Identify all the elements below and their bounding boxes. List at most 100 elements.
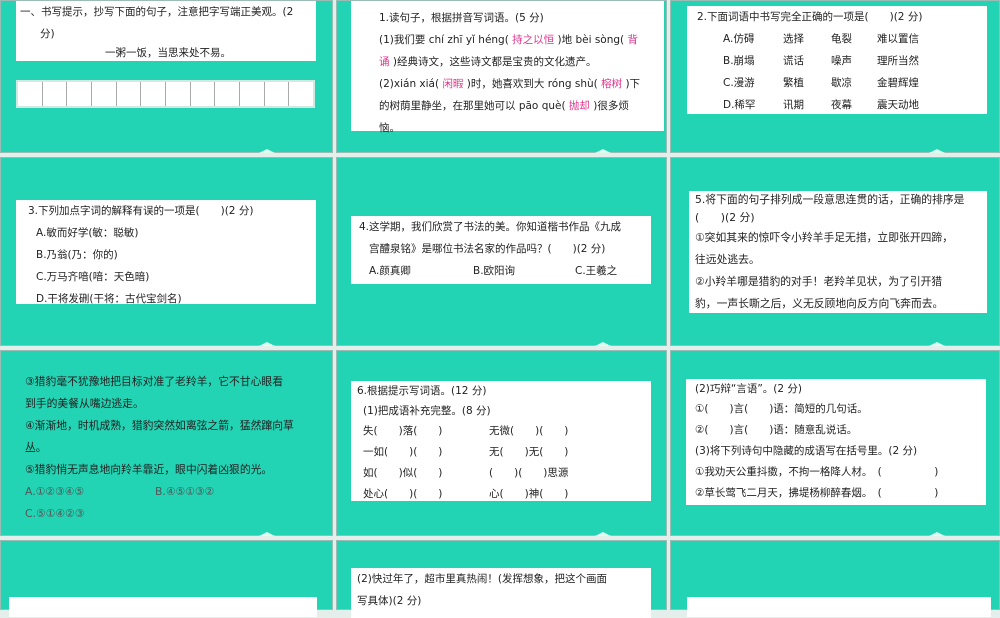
question-title: 1.读句子，根据拼音写词语。(5 分) — [379, 12, 544, 24]
option-b: B.④⑤①③② — [155, 485, 215, 498]
option-d: D.干将发硎(干将：古代宝剑名) — [36, 293, 182, 305]
idiom-blank[interactable]: 失( )落( ) — [363, 421, 489, 442]
option-row: A.仿碍 选择 龟裂 难以置信 — [697, 28, 987, 50]
question-card: 4.这学期，我们欣赏了书法的美。你知道楷书作品《九成 宫醴泉铭》是哪位书法名家的… — [351, 216, 651, 284]
slide-9[interactable]: (2)巧辩“言语”。(2 分) ①( )言( )语：简短的几句话。 ②( )言(… — [670, 350, 1000, 536]
option-b: B.欧阳询 — [473, 265, 516, 277]
text: (1)我们要 chí zhī yǐ héng( — [379, 34, 509, 46]
question-title-cont: 宫醴泉铭》是哪位书法名家的作品吗？( )(2 分) — [369, 243, 606, 255]
slide-8[interactable]: 6.根据提示写词语。(12 分) (1)把成语补充完整。(8 分) 失( )落(… — [336, 350, 667, 536]
sentence: 到手的美餐从嘴边逃走。 — [25, 397, 144, 410]
slide-5[interactable]: 4.这学期，我们欣赏了书法的美。你知道楷书作品《九成 宫醴泉铭》是哪位书法名家的… — [336, 157, 667, 346]
writing-grid[interactable] — [16, 80, 315, 108]
slide-4[interactable]: 3.下列加点字词的解释有误的一项是( )(2 分) A.敏而好学(敏：聪敏) B… — [0, 157, 333, 346]
question-card: 2.下面词语中书写完全正确的一项是( )(2 分) A.仿碍 选择 龟裂 难以置信 B.… — [687, 6, 987, 114]
option-b: B.乃翁(乃：你的) — [36, 249, 118, 261]
sub-question: (2)巧辩“言语”。(2 分) — [695, 383, 802, 395]
word: 金碧辉煌 — [877, 77, 919, 89]
answer: 闲暇 — [442, 78, 464, 90]
word: 歇凉 — [831, 77, 852, 89]
question-title: 2.下面词语中书写完全正确的一项是( )(2 分) — [697, 11, 923, 23]
text: 恼。 — [379, 122, 400, 134]
word: 讯期 — [783, 99, 804, 111]
answer: 榕树 — [601, 78, 623, 90]
question-title: 一、书写提示，抄写下面的句子，注意把字写端正美观。(2 — [20, 6, 294, 18]
text: (2)xián xiá( — [379, 78, 440, 90]
word: A.仿碍 — [723, 33, 755, 45]
text: )下 — [625, 78, 641, 90]
idiom-row: 一如( )( ) 无( )无( ) — [363, 442, 651, 463]
question-card: (2)快过年了，超市里真热闹！(发挥想象，把这个画面 写具体)(2 分) — [351, 568, 651, 618]
question-title: (2)快过年了，超市里真热闹！(发挥想象，把这个画面 — [357, 573, 607, 585]
word: 谎话 — [783, 55, 804, 67]
option-row: B.崩塌 谎话 噪声 理所当然 — [697, 50, 987, 72]
option-c: C.⑤①④②③ — [25, 507, 85, 520]
slide-2[interactable]: 1.读句子，根据拼音写词语。(5 分) (1)我们要 chí zhī yǐ hé… — [336, 0, 667, 153]
sub-question: (1)把成语补充完整。(8 分) — [363, 405, 491, 417]
copy-sentence: 一粥一饭，当思来处不易。 — [105, 47, 231, 59]
question-card: 6.根据提示写词语。(12 分) (1)把成语补充完整。(8 分) 失( )落(… — [351, 381, 651, 501]
option-row: C.漫游 繁植 歇凉 金碧辉煌 — [697, 72, 987, 94]
text: )很多烦 — [593, 100, 629, 112]
option-c: C.王羲之 — [575, 265, 618, 277]
sentence: ③猎豹毫不犹豫地把目标对准了老羚羊，它不甘心眼看 — [25, 375, 284, 388]
text: 的树荫里静坐，在那里她可以 pāo què( — [379, 100, 566, 112]
question-text: ③猎豹毫不犹豫地把目标对准了老羚羊，它不甘心眼看 到手的美餐从嘴边逃走。 ④渐渐… — [25, 371, 294, 525]
question-card — [687, 597, 991, 617]
answer: 抛却 — [568, 100, 590, 112]
question-title-cont: ( )(2 分) — [695, 211, 755, 224]
text: )地 bèi sòng( — [557, 34, 625, 46]
idiom-row: 如( )似( )( )( )思源 — [363, 463, 651, 484]
sentence: 豹，一声长嘶之后，义无反顾地向反方向飞奔而去。 — [695, 297, 944, 310]
idiom-blank[interactable]: 如( )似( ) — [363, 463, 489, 484]
question-card — [9, 597, 317, 617]
question-card: 5.将下面的句子排列成一段意思连贯的话，正确的排序是 ( )(2 分) ①突如其… — [689, 191, 987, 313]
word: 理所当然 — [877, 55, 919, 67]
question-card: 1.读句子，根据拼音写词语。(5 分) (1)我们要 chí zhī yǐ hé… — [351, 1, 664, 134]
answer: 持之以恒 — [512, 34, 555, 46]
question-card: (2)巧辩“言语”。(2 分) ①( )言( )语：简短的几句话。 ②( )言(… — [686, 379, 986, 505]
slide-3[interactable]: 2.下面词语中书写完全正确的一项是( )(2 分) A.仿碍 选择 龟裂 难以置信 B.… — [670, 0, 1000, 153]
option-row: D.稀罕 讯期 夜幕 震天动地 — [697, 94, 987, 116]
idiom-blank[interactable]: 心( )神( ) — [489, 484, 629, 505]
word: C.漫游 — [723, 77, 755, 89]
option-a: A.颜真卿 — [369, 265, 411, 277]
idiom-blank[interactable]: 无( )无( ) — [489, 442, 629, 463]
word: 选择 — [783, 33, 804, 45]
fill-line: ①我劝天公重抖擞，不拘一格降人材。 ( ) — [695, 466, 939, 478]
word: 难以置信 — [877, 33, 919, 45]
idiom-blank[interactable]: 无微( )( ) — [489, 421, 629, 442]
text: )经典诗文，这些诗文都是宝贵的文化遗产。 — [392, 56, 597, 68]
option-a: A.敏而好学(敏：聪敏) — [36, 227, 139, 239]
idiom-blank[interactable]: 一如( )( ) — [363, 442, 489, 463]
question-title: 6.根据提示写词语。(12 分) — [357, 385, 487, 397]
word: 龟裂 — [831, 33, 852, 45]
option-a: A.①②③④⑤ — [25, 485, 85, 498]
option-c: C.万马齐喑(喑：天色暗) — [36, 271, 150, 283]
idiom-blank[interactable]: ( )( )思源 — [489, 463, 629, 484]
idiom-blank[interactable]: 处心( )( ) — [363, 484, 489, 505]
sentence: 丛。 — [25, 441, 47, 454]
question-title: 5.将下面的句子排列成一段意思连贯的话，正确的排序是 — [695, 193, 965, 206]
slide-7[interactable]: ③猎豹毫不犹豫地把目标对准了老羚羊，它不甘心眼看 到手的美餐从嘴边逃走。 ④渐渐… — [0, 350, 333, 536]
fill-line: ②草长莺飞二月天，拂堤杨柳醉春烟。 ( ) — [695, 487, 939, 499]
question-title-cont: 写具体)(2 分) — [357, 595, 422, 607]
sentence: ④渐渐地，时机成熟，猎豹突然如离弦之箭，猛然蹿向草 — [25, 419, 294, 432]
slide-1[interactable]: 一、书写提示，抄写下面的句子，注意把字写端正美观。(2 分) 一粥一饭，当思来处… — [0, 0, 333, 153]
slide-6[interactable]: 5.将下面的句子排列成一段意思连贯的话，正确的排序是 ( )(2 分) ①突如其… — [670, 157, 1000, 346]
sub-question: (3)将下列诗句中隐藏的成语写在括号里。(2 分) — [695, 445, 918, 457]
word: 夜幕 — [831, 99, 852, 111]
question-title: 3.下列加点字词的解释有误的一项是( )(2 分) — [28, 205, 254, 217]
answer: 诵 — [379, 56, 390, 68]
question-title-cont: 分) — [40, 28, 55, 40]
sentence: 往远处逃去。 — [695, 253, 760, 266]
word: 繁植 — [783, 77, 804, 89]
idiom-row: 处心( )( ) 心( )神( ) — [363, 484, 651, 505]
sentence: ②小羚羊哪是猎豹的对手！老羚羊见状，为了引开猎 — [695, 275, 943, 288]
sentence: ①突如其来的惊吓令小羚羊手足无措，立即张开四蹄， — [695, 231, 954, 244]
fill-line: ②( )言( )语：随意乱说话。 — [695, 424, 858, 436]
sentence: ⑤猎豹悄无声息地向羚羊靠近，眼中闪着凶狠的光。 — [25, 463, 273, 476]
word: 震天动地 — [877, 99, 919, 111]
fill-line: ①( )言( )语：简短的几句话。 — [695, 403, 868, 415]
word: D.稀罕 — [723, 99, 756, 111]
